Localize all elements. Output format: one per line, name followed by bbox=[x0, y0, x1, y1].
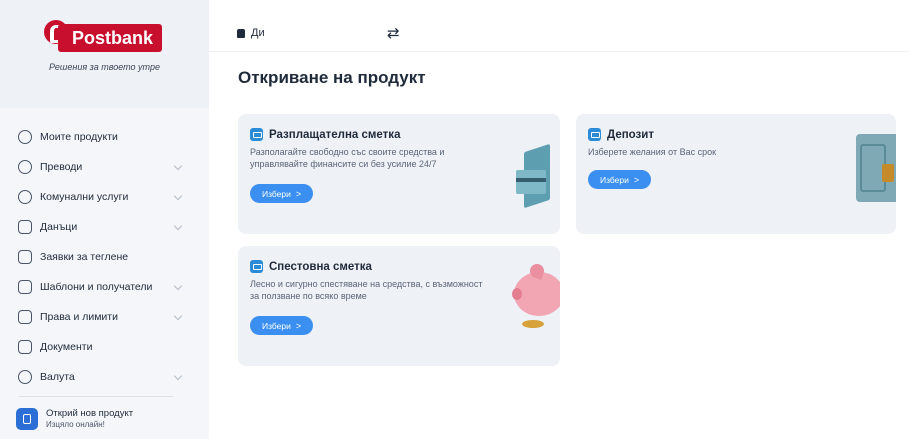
card-description-line: Изберете желания от Вас срок bbox=[588, 147, 717, 157]
product-card-current-account: Разплащателна сметка Разполагайте свобод… bbox=[238, 114, 560, 234]
documents-icon bbox=[18, 340, 32, 354]
chevron-down-icon bbox=[173, 371, 183, 381]
sidebar-item-taxes[interactable]: Данъци bbox=[0, 212, 209, 242]
card-description-line: управлявайте финансите си без усилие 24/… bbox=[250, 159, 437, 169]
sidebar-item-utilities[interactable]: Комунални услуги bbox=[0, 182, 209, 212]
card-header: Спестовна сметка bbox=[250, 260, 372, 273]
card-description: Лесно и сигурно спестяване на средства, … bbox=[250, 278, 482, 302]
sidebar-item-label: Валута bbox=[40, 371, 75, 383]
button-label: Избери bbox=[262, 188, 291, 199]
sidebar-item-templates[interactable]: Шаблони и получатели bbox=[0, 272, 209, 302]
brand-name: Postbank bbox=[58, 24, 162, 52]
chevron-right-icon: > bbox=[633, 174, 640, 185]
sidebar-item-withdrawal-requests[interactable]: Заявки за теглене bbox=[0, 242, 209, 272]
logo-block[interactable]: Postbank Решения за твоето утре bbox=[0, 0, 209, 108]
card-header: Депозит bbox=[588, 128, 654, 141]
promo-subtitle: Изцяло онлайн! bbox=[46, 420, 105, 429]
sidebar-item-label: Права и лимити bbox=[40, 311, 118, 323]
template-icon bbox=[18, 280, 32, 294]
chevron-down-icon bbox=[173, 281, 183, 291]
card-description-line: за ползване по всяко време bbox=[250, 291, 367, 301]
sidebar-nav: Моите продукти Преводи Комунални услуги … bbox=[0, 122, 209, 392]
sidebar-divider bbox=[18, 396, 173, 397]
app-window: Postbank Решения за твоето утре Моите пр… bbox=[0, 0, 909, 439]
swap-account-icon[interactable]: ⇄ bbox=[387, 24, 400, 42]
promo-text: Открий нов продукт Изцяло онлайн! bbox=[46, 408, 133, 430]
piggy-bank-illustration bbox=[512, 260, 560, 334]
deposit-icon bbox=[588, 128, 601, 141]
coin-stack bbox=[522, 320, 544, 328]
chevron-down-icon bbox=[173, 221, 183, 231]
select-current-account-button[interactable]: Избери > bbox=[250, 184, 314, 203]
bulb-icon bbox=[18, 190, 32, 204]
user-icon bbox=[237, 29, 245, 38]
safe-illustration bbox=[856, 134, 896, 202]
bank-cards-illustration bbox=[516, 142, 560, 214]
home-icon bbox=[18, 130, 32, 144]
limits-icon bbox=[18, 310, 32, 324]
sidebar-item-label: Шаблони и получатели bbox=[40, 281, 153, 293]
chevron-down-icon bbox=[173, 191, 183, 201]
card-title: Депозит bbox=[607, 128, 654, 141]
sidebar-item-currency[interactable]: Валута bbox=[0, 362, 209, 392]
product-card-savings-account: Спестовна сметка Лесно и сигурно спестяв… bbox=[238, 246, 560, 366]
chevron-down-icon bbox=[173, 311, 183, 321]
phone-icon bbox=[16, 408, 38, 430]
currency-icon bbox=[18, 370, 32, 384]
savings-icon bbox=[250, 260, 263, 273]
open-new-product-promo[interactable]: Открий нов продукт Изцяло онлайн! bbox=[16, 408, 133, 430]
tax-document-icon bbox=[18, 220, 32, 234]
sidebar-item-label: Комунални услуги bbox=[40, 191, 129, 203]
sidebar-item-my-products[interactable]: Моите продукти bbox=[0, 122, 209, 152]
card-description: Разполагайте свободно със своите средств… bbox=[250, 146, 444, 170]
card-description-line: Разполагайте свободно със своите средств… bbox=[250, 147, 445, 157]
card-title: Спестовна сметка bbox=[269, 260, 372, 273]
select-savings-account-button[interactable]: Избери > bbox=[250, 316, 314, 335]
piggy-snout bbox=[512, 288, 522, 300]
card-description: Изберете желания от Вас срок bbox=[588, 146, 716, 158]
promo-title: Открий нов продукт bbox=[46, 408, 134, 419]
sidebar: Postbank Решения за твоето утре Моите пр… bbox=[0, 0, 209, 439]
sidebar-item-documents[interactable]: Документи bbox=[0, 332, 209, 362]
transfer-icon bbox=[18, 160, 32, 174]
sidebar-item-label: Моите продукти bbox=[40, 131, 118, 143]
card-description-line: Лесно и сигурно спестяване на средства, … bbox=[250, 279, 483, 289]
card-title: Разплащателна сметка bbox=[269, 128, 401, 141]
page-title: Откриване на продукт bbox=[238, 68, 426, 87]
card-account-icon bbox=[250, 128, 263, 141]
button-label: Избери bbox=[262, 320, 291, 331]
user-name[interactable]: Ди bbox=[251, 27, 265, 39]
sidebar-item-label: Документи bbox=[40, 341, 93, 353]
select-deposit-button[interactable]: Избери > bbox=[588, 170, 652, 189]
card-header: Разплащателна сметка bbox=[250, 128, 400, 141]
chevron-down-icon bbox=[173, 161, 183, 171]
chevron-right-icon: > bbox=[295, 188, 302, 199]
sidebar-item-label: Данъци bbox=[40, 221, 78, 233]
brand-tagline: Решения за твоето утре bbox=[49, 62, 160, 72]
topbar: Ди ⇄ bbox=[209, 0, 909, 52]
card-shape bbox=[516, 170, 546, 194]
sidebar-item-label: Преводи bbox=[40, 161, 83, 173]
chevron-right-icon: > bbox=[295, 320, 302, 331]
sidebar-item-label: Заявки за теглене bbox=[40, 251, 129, 263]
bank-icon bbox=[18, 250, 32, 264]
sidebar-item-transfers[interactable]: Преводи bbox=[0, 152, 209, 182]
product-card-deposit: Депозит Изберете желания от Вас срок Изб… bbox=[576, 114, 896, 234]
button-label: Избери bbox=[600, 174, 629, 185]
sidebar-item-rights-limits[interactable]: Права и лимити bbox=[0, 302, 209, 332]
